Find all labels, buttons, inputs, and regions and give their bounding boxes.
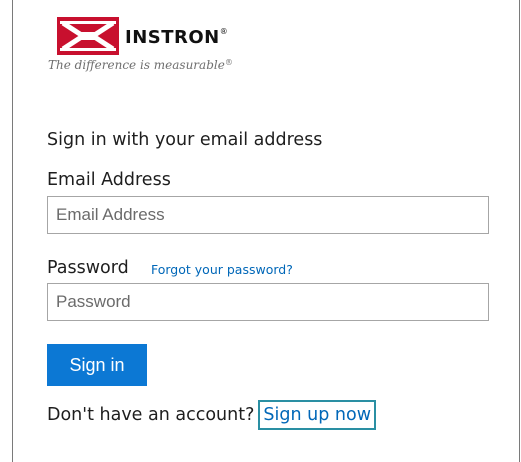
password-label: Password bbox=[47, 258, 129, 278]
trademark-mark: ® bbox=[219, 27, 229, 36]
password-input[interactable] bbox=[47, 283, 489, 321]
sign-in-button[interactable]: Sign in bbox=[47, 344, 147, 386]
forgot-password-link[interactable]: Forgot your password? bbox=[151, 262, 293, 277]
brand-tagline: The difference is measurable® bbox=[48, 58, 233, 72]
brand-name: INSTRON® bbox=[125, 27, 229, 48]
signup-prompt: Don't have an account? bbox=[47, 405, 255, 425]
email-input[interactable] bbox=[47, 196, 489, 234]
sign-in-heading: Sign in with your email address bbox=[47, 130, 323, 150]
sign-up-link[interactable]: Sign up now bbox=[258, 400, 377, 430]
email-label: Email Address bbox=[47, 170, 171, 190]
signup-row: Don't have an account? Sign up now bbox=[47, 400, 377, 430]
tagline-mark: ® bbox=[224, 58, 233, 67]
instron-logo-icon bbox=[57, 17, 119, 55]
